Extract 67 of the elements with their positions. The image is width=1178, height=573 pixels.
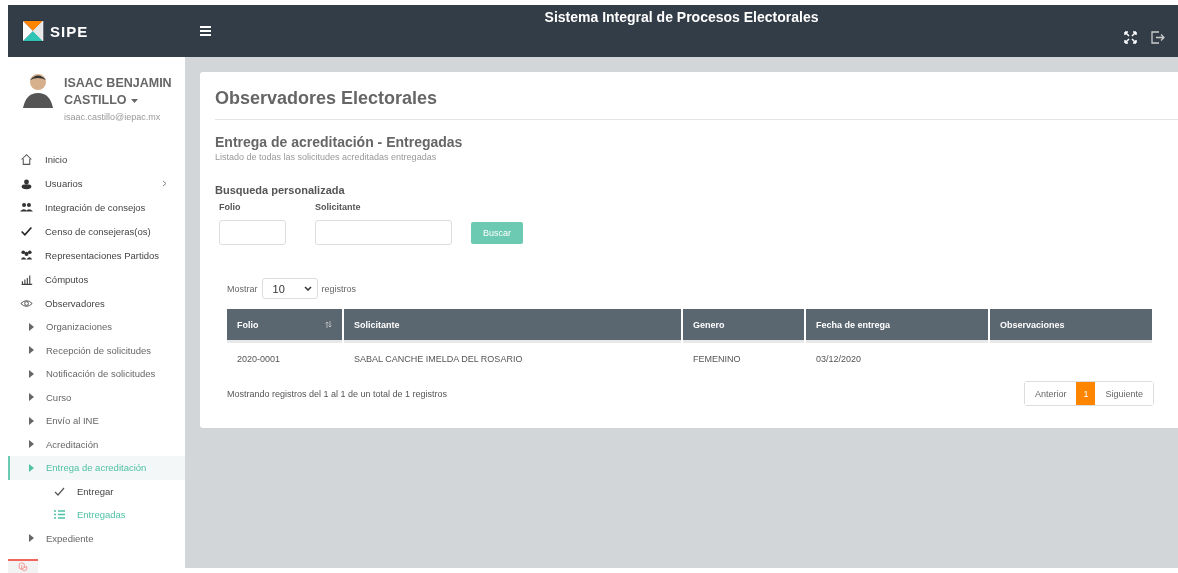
debug-bar-tab[interactable] bbox=[8, 559, 38, 573]
field-label: Folio bbox=[219, 202, 242, 212]
sort-icon bbox=[325, 321, 332, 328]
table-cell: 03/12/2020 bbox=[816, 354, 862, 364]
submenu-item[interactable]: Organizaciones bbox=[8, 315, 185, 339]
triangle-icon bbox=[29, 322, 34, 331]
submenu-item[interactable]: Curso bbox=[8, 385, 185, 409]
avatar-icon bbox=[22, 71, 54, 109]
brand-name: SIPE bbox=[50, 22, 89, 40]
triangle-icon bbox=[29, 369, 34, 378]
menu-item[interactable]: Representaciones Partidos bbox=[8, 243, 185, 267]
field-label: Solicitante bbox=[315, 202, 362, 212]
list-icon bbox=[54, 510, 65, 520]
submenu-item[interactable]: Expediente bbox=[8, 526, 185, 550]
table-cell: FEMENINO bbox=[693, 354, 741, 364]
fullscreen-icon[interactable] bbox=[1124, 30, 1137, 44]
submenu-item[interactable]: Recepción de solicitudes bbox=[8, 338, 185, 362]
input-field[interactable] bbox=[219, 220, 286, 245]
search-title: Busqueda personalizada bbox=[215, 184, 346, 196]
check-icon bbox=[54, 486, 65, 496]
submenu-item[interactable]: Acreditación bbox=[8, 432, 185, 456]
triangle-icon bbox=[29, 463, 34, 472]
table-cell: 2020-0001 bbox=[237, 354, 281, 364]
cube-icon bbox=[18, 562, 28, 572]
triangle-icon bbox=[29, 346, 34, 355]
home-icon bbox=[20, 152, 33, 166]
check-icon bbox=[20, 224, 33, 238]
page-size-select[interactable]: 10 bbox=[261, 278, 318, 299]
chevron-icon bbox=[162, 179, 167, 187]
menu-item[interactable]: Censo de consejeras(os) bbox=[8, 219, 185, 243]
column-header[interactable]: Genero bbox=[683, 309, 804, 343]
user-email: isaac.castillo@iepac.mx bbox=[64, 112, 162, 122]
column-header[interactable]: Observaciones bbox=[990, 309, 1152, 343]
bar-chart-icon bbox=[20, 272, 33, 286]
people-icon bbox=[20, 248, 33, 262]
table-cell: SABAL CANCHE IMELDA DEL ROSARIO bbox=[354, 354, 523, 364]
triangle-icon bbox=[29, 416, 34, 425]
length-label: Mostrar bbox=[227, 283, 258, 294]
user-name[interactable]: ISAAC BENJAMIN CASTILLO bbox=[64, 75, 185, 109]
submenu-item[interactable]: Notificación de solicitudes bbox=[8, 362, 185, 386]
column-header[interactable]: Folio bbox=[227, 309, 342, 343]
menu-item[interactable]: Usuarios bbox=[8, 171, 185, 195]
app-title: Sistema Integral de Procesos Electorales bbox=[543, 9, 820, 25]
menu-item[interactable]: Observadores bbox=[8, 291, 185, 315]
length-label: registros bbox=[321, 283, 357, 294]
triangle-icon bbox=[29, 440, 34, 449]
column-header[interactable]: Fecha de entrega bbox=[806, 309, 988, 343]
logo-icon bbox=[22, 20, 44, 42]
triangle-icon bbox=[29, 393, 34, 402]
section-title: Entrega de acreditación - Entregadas bbox=[215, 134, 464, 150]
menu-icon[interactable] bbox=[200, 26, 211, 36]
chevron-icon bbox=[303, 286, 312, 291]
section-subtitle: Listado de todas las solicitudes acreditadas entregadas bbox=[215, 152, 438, 162]
submenu-item[interactable]: Entregar bbox=[8, 479, 185, 503]
table-info: Mostrando registros del 1 al 1 de un total de 1 registros bbox=[227, 388, 448, 399]
column-header[interactable]: Solicitante bbox=[344, 309, 681, 343]
logout-icon[interactable] bbox=[1151, 30, 1166, 44]
menu-item[interactable]: Integración de consejos bbox=[8, 195, 185, 219]
users-icon bbox=[20, 176, 33, 190]
triangle-icon bbox=[29, 534, 34, 543]
input-field[interactable] bbox=[315, 220, 452, 245]
page-title: Observadores Electorales bbox=[215, 72, 1178, 120]
menu-item[interactable]: Cómputos bbox=[8, 267, 185, 291]
group-icon bbox=[20, 200, 33, 214]
submenu-item[interactable]: Envío al INE bbox=[8, 409, 185, 433]
caret-icon bbox=[130, 98, 138, 103]
menu-item[interactable]: Inicio bbox=[8, 147, 185, 171]
